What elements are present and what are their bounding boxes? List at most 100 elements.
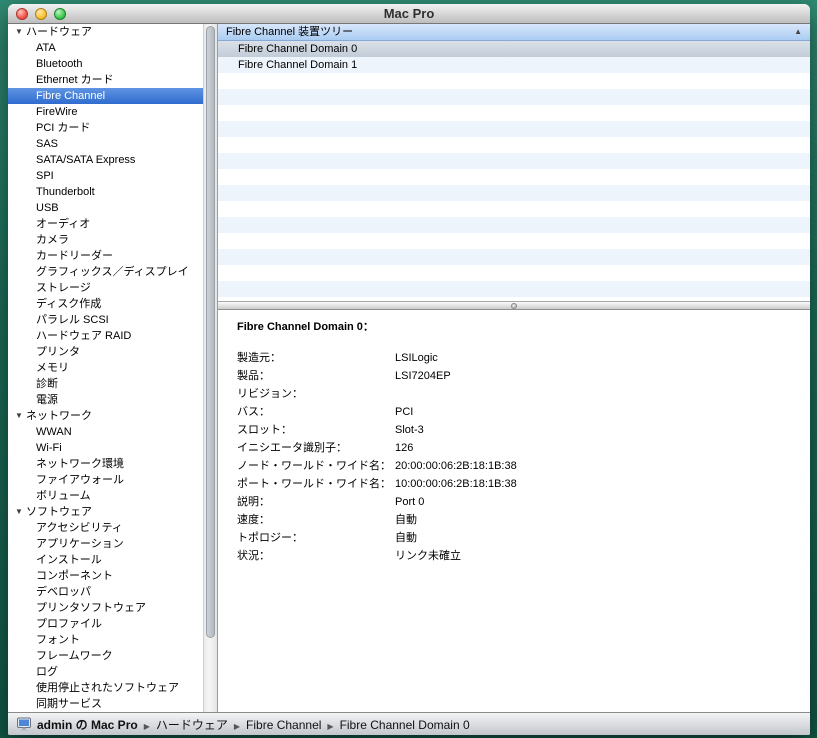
detail-row: リビジョン： [237,385,810,403]
sidebar-item[interactable]: PCI カード [8,120,203,136]
sidebar-section-network[interactable]: ▼ネットワーク [8,408,203,424]
detail-label: イニシエータ識別子： [237,439,395,457]
splitter-grip-icon [511,303,517,309]
sidebar-item[interactable]: 同期サービス [8,696,203,712]
sidebar-section-label: ネットワーク [26,410,92,422]
sidebar-item[interactable]: アクセシビリティ [8,520,203,536]
main-panel: Fibre Channel 装置ツリー ▲ Fibre Channel Doma… [218,24,810,712]
sidebar-item[interactable]: ディスク作成 [8,296,203,312]
detail-value: PCI [395,403,413,421]
detail-label: ポート・ワールド・ワイド名： [237,475,395,493]
panel-splitter[interactable] [218,301,810,310]
device-tree-row[interactable]: Fibre Channel Domain 0 [218,41,810,57]
sidebar-item[interactable]: Wi-Fi [8,440,203,456]
device-tree-column-header[interactable]: Fibre Channel 装置ツリー ▲ [218,24,810,41]
detail-row: トポロジー：自動 [237,529,810,547]
detail-row: バス：PCI [237,403,810,421]
detail-value: 自動 [395,511,417,529]
sidebar-item[interactable]: フォント [8,632,203,648]
detail-row: スロット：Slot-3 [237,421,810,439]
disclosure-triangle-icon[interactable]: ▼ [12,408,26,424]
sidebar-item[interactable]: デベロッパ [8,584,203,600]
sidebar-item[interactable]: グラフィックス／ディスプレイ [8,264,203,280]
detail-row: イニシエータ識別子：126 [237,439,810,457]
sidebar-item[interactable]: Thunderbolt [8,184,203,200]
detail-value: 10:00:00:06:2B:18:1B:38 [395,475,517,493]
sidebar-item[interactable]: FireWire [8,104,203,120]
sidebar-item[interactable]: 診断 [8,376,203,392]
sidebar-item[interactable]: 電源 [8,392,203,408]
sidebar-item[interactable]: カードリーダー [8,248,203,264]
statusbar: admin の Mac Pro▶ハードウェア▶Fibre Channel▶Fib… [8,712,810,735]
sidebar-item[interactable]: ログ [8,664,203,680]
sidebar-item[interactable]: インストール [8,552,203,568]
sidebar-section-software[interactable]: ▼ソフトウェア [8,504,203,520]
sidebar-item[interactable]: WWAN [8,424,203,440]
detail-row: 製造元：LSILogic [237,349,810,367]
detail-label: 説明： [237,493,395,511]
sidebar-item[interactable]: Fibre Channel [8,88,203,104]
detail-row: 速度：自動 [237,511,810,529]
breadcrumb-separator-icon: ▶ [327,722,333,731]
sidebar-item[interactable]: プリンタ [8,344,203,360]
sidebar-item[interactable]: パラレル SCSI [8,312,203,328]
minimize-button[interactable] [35,8,47,20]
breadcrumb-item[interactable]: admin の Mac Pro [37,718,138,732]
detail-row: ノード・ワールド・ワイド名：20:00:00:06:2B:18:1B:38 [237,457,810,475]
device-tree-row[interactable]: Fibre Channel Domain 1 [218,57,810,73]
disclosure-triangle-icon[interactable]: ▼ [12,504,26,520]
sidebar-item[interactable]: SATA/SATA Express [8,152,203,168]
detail-value: 20:00:00:06:2B:18:1B:38 [395,457,517,475]
sidebar-section-hardware[interactable]: ▼ハードウェア [8,24,203,40]
detail-value: Slot-3 [395,421,424,439]
sidebar-item[interactable]: プロファイル [8,616,203,632]
desktop: { "window": { "title": "Mac Pro" }, "sid… [0,0,817,738]
breadcrumb-item[interactable]: Fibre Channel [246,718,321,732]
detail-label: 製品： [237,367,395,385]
detail-row: 製品：LSI7204EP [237,367,810,385]
detail-label: 状況： [237,547,395,565]
breadcrumb-separator-icon: ▶ [144,722,150,731]
sidebar-item[interactable]: SPI [8,168,203,184]
sidebar-item[interactable]: ボリューム [8,488,203,504]
detail-value: 自動 [395,529,417,547]
window-content: ▼ハードウェアATABluetoothEthernet カードFibre Cha… [8,24,810,712]
detail-label: リビジョン： [237,385,395,403]
sidebar-item[interactable]: ストレージ [8,280,203,296]
sidebar-item[interactable]: ハードウェア RAID [8,328,203,344]
detail-label: バス： [237,403,395,421]
detail-value: リンク未確立 [395,547,461,565]
disclosure-triangle-icon[interactable]: ▼ [12,24,26,40]
zoom-button[interactable] [54,8,66,20]
sidebar-item[interactable]: ファイアウォール [8,472,203,488]
detail-value: Port 0 [395,493,424,511]
sidebar-item[interactable]: SAS [8,136,203,152]
titlebar[interactable]: Mac Pro [8,4,810,24]
sidebar-item[interactable]: フレームワーク [8,648,203,664]
sidebar-scrollbar[interactable] [203,24,218,712]
system-information-window: Mac Pro ▼ハードウェアATABluetoothEthernet カードF… [8,4,810,735]
sidebar-item[interactable]: ATA [8,40,203,56]
details-title: Fibre Channel Domain 0： [218,310,810,334]
scrollbar-thumb[interactable] [206,26,215,638]
sort-ascending-icon[interactable]: ▲ [794,24,802,40]
breadcrumb-item[interactable]: ハードウェア [156,718,228,732]
sidebar-item[interactable]: カメラ [8,232,203,248]
close-button[interactable] [16,8,28,20]
sidebar-item[interactable]: アプリケーション [8,536,203,552]
breadcrumb-item[interactable]: Fibre Channel Domain 0 [340,718,470,732]
breadcrumb: admin の Mac Pro▶ハードウェア▶Fibre Channel▶Fib… [37,716,470,733]
sidebar-item[interactable]: ネットワーク環境 [8,456,203,472]
detail-value: LSI7204EP [395,367,451,385]
sidebar-item[interactable]: USB [8,200,203,216]
sidebar-item[interactable]: Ethernet カード [8,72,203,88]
sidebar-item[interactable]: コンポーネント [8,568,203,584]
sidebar-item[interactable]: Bluetooth [8,56,203,72]
sidebar-item[interactable]: メモリ [8,360,203,376]
sidebar-item[interactable]: オーディオ [8,216,203,232]
detail-value: LSILogic [395,349,438,367]
device-tree-header-label: Fibre Channel 装置ツリー [226,24,353,40]
sidebar-tree: ▼ハードウェアATABluetoothEthernet カードFibre Cha… [8,24,203,712]
sidebar-item[interactable]: プリンタソフトウェア [8,600,203,616]
sidebar-item[interactable]: 使用停止されたソフトウェア [8,680,203,696]
